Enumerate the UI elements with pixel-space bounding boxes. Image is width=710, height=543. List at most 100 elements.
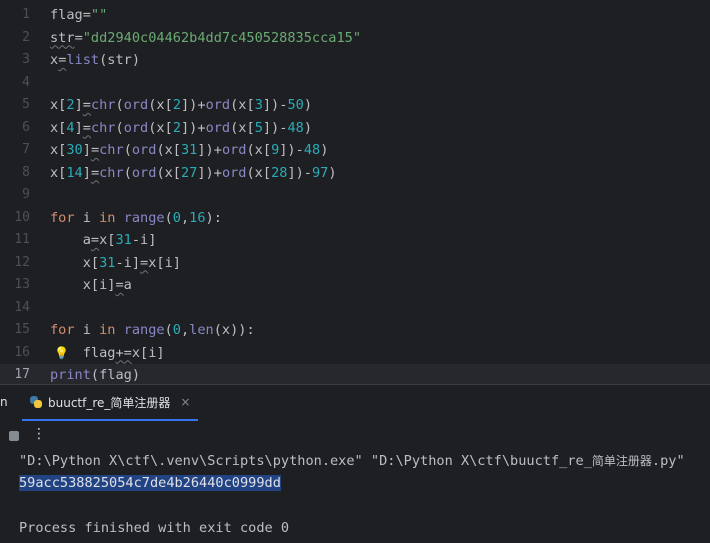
- code-token: ]: [74, 97, 83, 113]
- line-number: 3: [22, 52, 30, 67]
- selected-output-text[interactable]: 59acc538825054c7de4b26440c0999dd: [19, 475, 281, 491]
- code-token: 31: [99, 254, 116, 271]
- run-config-tab[interactable]: buuctf_re_简单注册器 ×: [22, 385, 199, 421]
- code-token: ])+: [181, 119, 206, 136]
- code-line[interactable]: 1 flag="": [0, 4, 710, 26]
- code-line[interactable]: 9: [0, 184, 710, 206]
- code-token: a: [50, 232, 91, 248]
- code-line[interactable]: 17 print(flag): [0, 364, 710, 384]
- code-token: 0: [172, 322, 181, 338]
- run-toolbar: ⋮: [0, 425, 710, 447]
- line-number: 1: [22, 7, 30, 22]
- stop-icon[interactable]: [9, 431, 19, 441]
- code-line[interactable]: 6 x[4]=chr(ord(x[2])+ord(x[5])-48): [0, 117, 710, 139]
- code-token: (x)):: [213, 322, 255, 338]
- code-token: ])+: [197, 164, 222, 181]
- code-token: 31: [181, 142, 198, 158]
- code-token: ): [320, 142, 329, 158]
- line-number: 8: [22, 164, 30, 180]
- code-editor[interactable]: 1 flag="" 2 str="dd2940c04462b4dd7c45052883…: [0, 0, 710, 384]
- code-token: chr: [90, 119, 116, 136]
- python-file-icon: [30, 396, 42, 408]
- more-options-icon[interactable]: ⋮: [32, 426, 46, 442]
- code-token: ])+: [181, 97, 206, 113]
- code-line[interactable]: 2 str="dd2940c04462b4dd7c450528835cca15": [0, 27, 710, 49]
- code-text: x[31-i]=x[i]: [50, 252, 181, 274]
- code-token: x[i]: [148, 254, 181, 271]
- code-token: 31: [115, 232, 132, 248]
- code-token: ord: [131, 142, 157, 158]
- code-token: (: [123, 164, 132, 181]
- code-line[interactable]: 16 💡 flag+=x[i]: [0, 342, 710, 364]
- code-token: 2: [172, 119, 181, 136]
- code-line[interactable]: 3 x=list(str): [0, 49, 710, 71]
- code-token: ])-: [279, 142, 304, 158]
- console-output[interactable]: "D:\Python X\ctf\.venv\Scripts\python.ex…: [0, 447, 710, 543]
- code-token: ord: [123, 97, 149, 113]
- code-token: (x[: [230, 119, 255, 136]
- code-token: ): [303, 119, 312, 136]
- run-tab-bar: n buuctf_re_简单注册器 ×: [0, 385, 710, 421]
- code-token: ])-: [262, 119, 288, 136]
- code-token: ,: [180, 209, 190, 226]
- code-token: (: [164, 322, 173, 338]
- console-program-output[interactable]: 59acc538825054c7de4b26440c0999dd: [19, 472, 281, 494]
- code-line[interactable]: 12 x[31-i]=x[i]: [0, 252, 710, 274]
- code-token: 5: [254, 119, 263, 136]
- code-token: a: [123, 277, 132, 293]
- code-token: len: [189, 322, 214, 338]
- code-token: 50: [287, 97, 304, 113]
- close-tab-icon[interactable]: ×: [180, 395, 190, 409]
- line-number: 4: [22, 74, 30, 90]
- code-token: =: [82, 119, 91, 136]
- code-token: (x[: [156, 142, 181, 158]
- code-token: list: [66, 52, 100, 68]
- code-line[interactable]: 14: [0, 297, 710, 319]
- code-line[interactable]: 15 for i in range(0,len(x)):: [0, 319, 710, 341]
- code-text: x[4]=chr(ord(x[2])+ord(x[5])-48): [50, 117, 312, 139]
- code-line[interactable]: 8 x[14]=chr(ord(x[27])+ord(x[28])-97): [0, 162, 710, 184]
- code-token: "dd2940c04462b4dd7c450528835cca15": [82, 29, 362, 46]
- code-token: ): [303, 97, 312, 113]
- code-token: in: [99, 209, 116, 226]
- code-line[interactable]: 13 x[i]=a: [0, 274, 710, 296]
- code-token: =: [90, 164, 100, 181]
- code-text: a=x[31-i]: [50, 229, 157, 251]
- code-token: 48: [287, 119, 304, 136]
- console-exit-message: Process finished with exit code 0: [19, 520, 290, 536]
- code-text: flag="": [50, 4, 107, 26]
- code-line[interactable]: 5 x[2]=chr(ord(x[2])+ord(x[3])-50): [0, 94, 710, 116]
- code-line[interactable]: 11 a=x[31-i]: [0, 229, 710, 251]
- line-number: 6: [22, 119, 30, 135]
- code-token: x[i]: [131, 344, 165, 361]
- code-token: +=: [115, 344, 132, 361]
- run-tab-label: buuctf_re_简单注册器: [48, 395, 171, 410]
- code-token: chr: [99, 142, 124, 158]
- code-token: (x[: [230, 97, 255, 113]
- line-number: 11: [14, 232, 30, 247]
- tool-window-title[interactable]: n: [0, 395, 8, 409]
- code-token: (flag): [90, 367, 141, 383]
- code-token: =: [115, 277, 124, 293]
- code-token: for: [50, 209, 75, 226]
- code-line[interactable]: 4: [0, 72, 710, 94]
- code-token: ord: [131, 164, 157, 181]
- code-text: str="dd2940c04462b4dd7c450528835cca15": [50, 27, 361, 49]
- code-token: x[: [50, 97, 67, 113]
- line-number: 7: [22, 142, 30, 157]
- code-token: (x[: [156, 164, 181, 181]
- code-token: =: [90, 142, 100, 158]
- code-token: 2: [66, 97, 75, 113]
- code-text: x=list(str): [50, 49, 140, 71]
- line-number: 12: [14, 254, 30, 270]
- code-token: 0: [172, 209, 181, 226]
- code-line[interactable]: 7 x[30]=chr(ord(x[31])+ord(x[9])-48): [0, 139, 710, 161]
- code-line[interactable]: 10 for i in range(0,16):: [0, 207, 710, 229]
- code-token: ord: [123, 119, 149, 136]
- code-token: (: [115, 119, 124, 136]
- code-token: x[: [99, 232, 116, 248]
- code-token: 14: [66, 164, 83, 181]
- code-token: 27: [181, 164, 198, 181]
- code-token: -i]: [115, 254, 141, 271]
